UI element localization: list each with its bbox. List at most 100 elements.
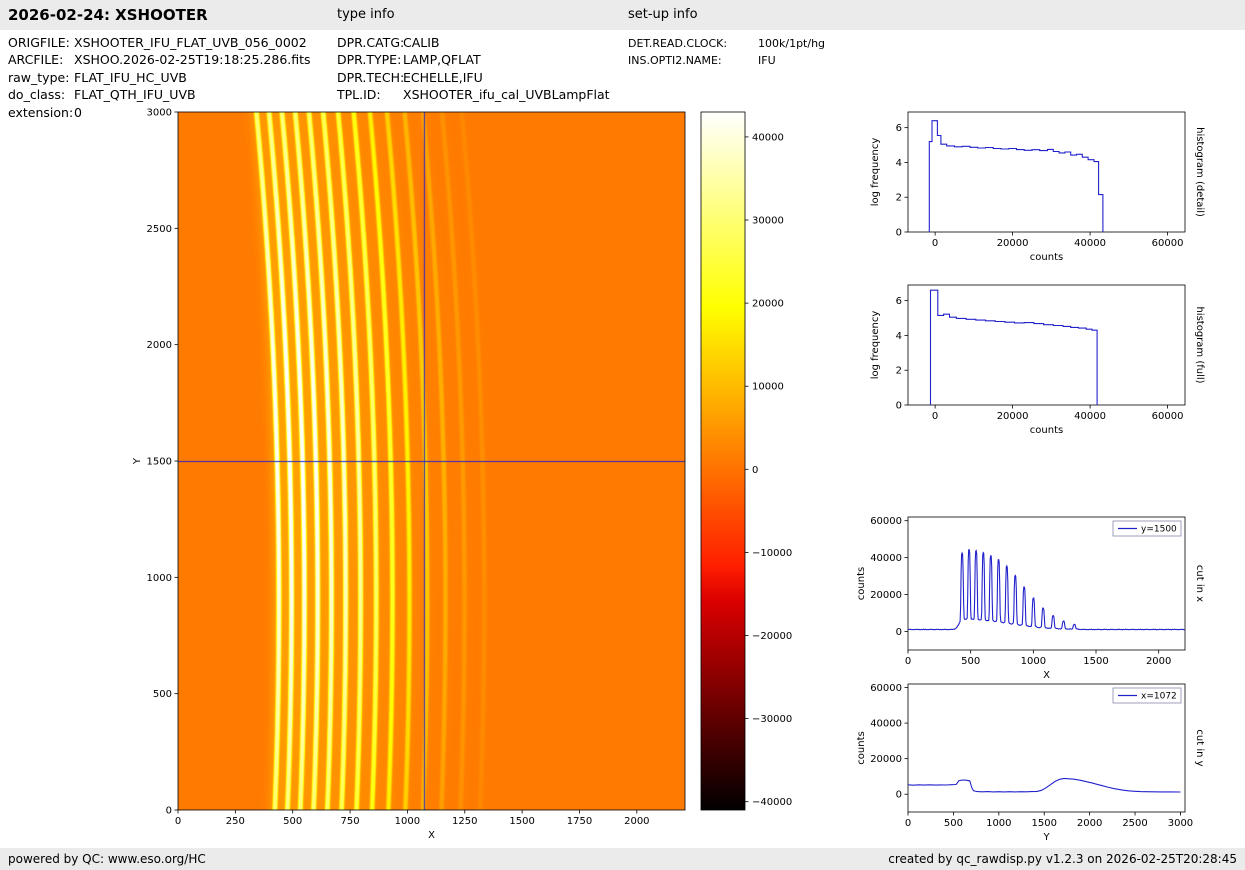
file-metadata-block: ORIGFILE: XSHOOTER_IFU_FLAT_UVB_056_0002 … xyxy=(8,34,311,121)
hist_detail-frame xyxy=(907,111,1186,233)
tick-label: 0 xyxy=(905,656,911,667)
metadata-value: 100k/1pt/hg xyxy=(758,37,826,50)
tick-label: 4 xyxy=(896,158,902,169)
tick-label: 6 xyxy=(896,123,902,134)
tick-label: 1000 xyxy=(986,818,1011,829)
metadata-label: extension: xyxy=(8,104,74,120)
tick-label: 0 xyxy=(166,806,172,817)
metadata-row: TPL.ID: XSHOOTER_ifu_cal_UVBLampFlat xyxy=(337,86,610,103)
metadata-row: ORIGFILE: XSHOOTER_IFU_FLAT_UVB_056_0002 xyxy=(8,34,311,51)
cut_x-line xyxy=(908,548,1185,631)
header-bar: 2026-02-24: XSHOOTER type info set-up in… xyxy=(0,0,1245,30)
tick-label: 1500 xyxy=(147,457,172,468)
tick-label: 500 xyxy=(153,689,172,700)
tick-label: 20000 xyxy=(870,590,902,601)
metadata-label: DPR.TECH: xyxy=(337,69,405,85)
metadata-row: ARCFILE: XSHOO.2026-02-25T19:18:25.286.fi… xyxy=(8,51,311,68)
x-axis-label: X xyxy=(428,830,435,841)
tick-label: 1500 xyxy=(509,816,534,827)
tick-label: 250 xyxy=(226,816,245,827)
y-axis-label: log frequency xyxy=(870,138,881,207)
created-by-text: created by qc_rawdisp.py v1.2.3 on 2026-… xyxy=(888,852,1237,866)
cut_x-frame xyxy=(907,516,1186,651)
metadata-row: DET.READ.CLOCK: 100k/1pt/hg xyxy=(628,35,825,52)
setup-info-block: DET.READ.CLOCK: 100k/1pt/hg INS.OPTI2.NAM… xyxy=(628,35,825,70)
legend-label: y=1500 xyxy=(1141,525,1177,535)
tick-label: −40000 xyxy=(752,797,792,808)
tick-label: 60000 xyxy=(870,516,902,527)
metadata-label: INS.OPTI2.NAME: xyxy=(628,54,722,68)
metadata-label: DPR.CATG: xyxy=(337,35,405,50)
metadata-value: FLAT_QTH_IFU_UVB xyxy=(74,87,196,103)
tick-label: 0 xyxy=(175,816,181,827)
side-label: histogram (full) xyxy=(1194,306,1205,383)
tick-label: 2000 xyxy=(1077,818,1102,829)
legend-label: x=1072 xyxy=(1141,692,1177,702)
x-axis-label: counts xyxy=(1030,252,1063,263)
cut_y-line xyxy=(908,777,1181,793)
metadata-row: INS.OPTI2.NAME: IFU xyxy=(628,52,825,69)
tick-label: 30000 xyxy=(752,216,784,227)
qc-report-page: 2026-02-24: XSHOOTER type info set-up in… xyxy=(0,0,1245,870)
metadata-label: DPR.TYPE: xyxy=(337,52,402,68)
detector-image xyxy=(178,112,685,810)
metadata-label: DET.READ.CLOCK: xyxy=(628,37,728,50)
tick-label: 1750 xyxy=(567,816,592,827)
x-axis-label: counts xyxy=(1030,425,1063,436)
tick-label: 40000 xyxy=(1074,411,1106,422)
powered-by-text: powered by QC: www.eso.org/HC xyxy=(8,848,206,870)
metadata-value: ECHELLE,IFU xyxy=(403,69,483,85)
metadata-value: XSHOOTER_ifu_cal_UVBLampFlat xyxy=(403,87,610,103)
y-axis-label: Y xyxy=(132,457,143,465)
type-info-heading: type info xyxy=(337,7,395,22)
tick-label: 2 xyxy=(896,193,902,204)
tick-label: 0 xyxy=(896,790,902,801)
tick-label: 0 xyxy=(932,238,938,249)
side-label: histogram (detail) xyxy=(1194,127,1205,217)
tick-label: 750 xyxy=(341,816,360,827)
type-info-block: DPR.CATG:CALIB DPR.TYPE: LAMP,QFLAT DPR.T… xyxy=(337,34,610,104)
tick-label: 1000 xyxy=(395,816,420,827)
tick-label: 500 xyxy=(944,818,963,829)
tick-label: −20000 xyxy=(752,631,792,642)
cut_y-frame xyxy=(907,683,1186,813)
metadata-label: raw_type: xyxy=(8,69,70,85)
powered-by-prefix: powered by QC: xyxy=(8,852,108,866)
tick-label: 2 xyxy=(896,366,902,377)
setup-info-heading: set-up info xyxy=(628,7,698,22)
colorbar-gradient xyxy=(701,112,745,810)
x-axis-label: Y xyxy=(1042,832,1050,843)
side-label: cut in x xyxy=(1194,565,1205,602)
tick-label: 2000 xyxy=(624,816,649,827)
hist_detail-line xyxy=(928,120,1104,232)
tick-label: 2000 xyxy=(1146,656,1171,667)
tick-label: 1250 xyxy=(452,816,477,827)
metadata-value: FLAT_IFU_HC_UVB xyxy=(74,69,187,85)
tick-label: 20000 xyxy=(752,299,784,310)
tick-label: 6 xyxy=(896,296,902,307)
metadata-value: XSHOOTER_IFU_FLAT_UVB_056_0002 xyxy=(74,35,307,50)
y-axis-label: log frequency xyxy=(870,311,881,380)
hist_full-line xyxy=(929,289,1098,405)
tick-label: 0 xyxy=(896,627,902,638)
metadata-label: ARCFILE: xyxy=(8,52,64,68)
tick-label: 20000 xyxy=(997,411,1029,422)
tick-label: 0 xyxy=(896,401,902,412)
metadata-value: 0 xyxy=(74,104,82,120)
legend-box xyxy=(1112,687,1182,704)
y-axis-label: counts xyxy=(856,567,867,600)
tick-label: 2500 xyxy=(1122,818,1147,829)
tick-label: −10000 xyxy=(752,548,792,559)
metadata-label: ORIGFILE: xyxy=(8,35,70,50)
qc-link[interactable]: www.eso.org/HC xyxy=(108,852,206,866)
tick-label: 1500 xyxy=(1032,818,1057,829)
tick-label: 40000 xyxy=(870,553,902,564)
page-title: 2026-02-24: XSHOOTER xyxy=(8,6,208,24)
tick-label: 4 xyxy=(896,331,902,342)
tick-label: 60000 xyxy=(1152,238,1184,249)
tick-label: 500 xyxy=(961,656,980,667)
metadata-value: CALIB xyxy=(403,35,440,50)
tick-label: 20000 xyxy=(997,238,1029,249)
tick-label: 1000 xyxy=(147,573,172,584)
metadata-value: XSHOO.2026-02-25T19:18:25.286.fits xyxy=(74,52,311,68)
